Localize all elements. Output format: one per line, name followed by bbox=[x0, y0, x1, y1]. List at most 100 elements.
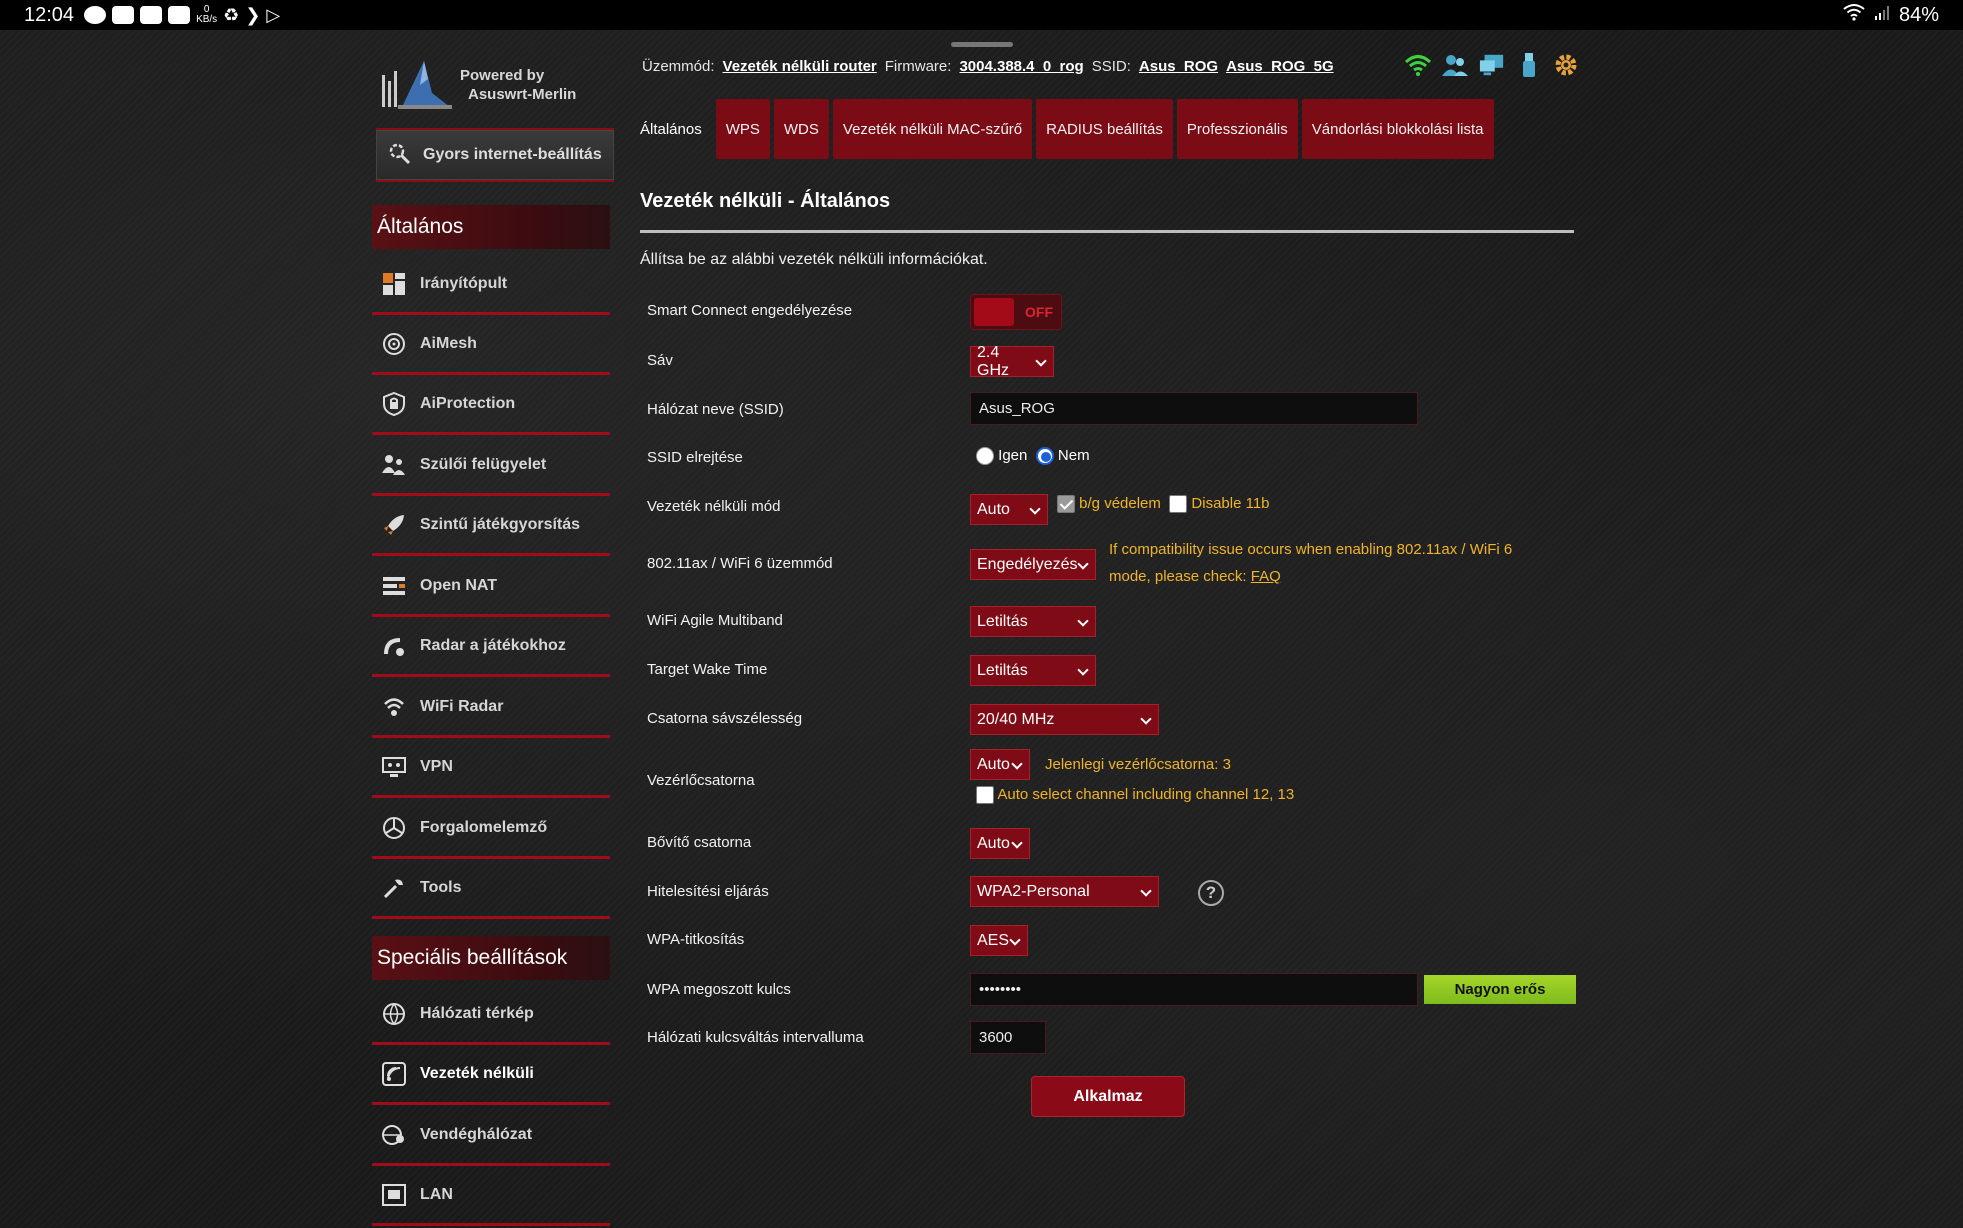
sidebar-item-dashboard[interactable]: Irányítópult bbox=[372, 255, 610, 315]
sidebar-item-label: Hálózati térkép bbox=[420, 1004, 534, 1022]
faq-link[interactable]: FAQ bbox=[1251, 568, 1281, 585]
toggle-state: OFF bbox=[1025, 304, 1053, 320]
recycle-icon: ♻ bbox=[223, 4, 240, 25]
control-channel-select[interactable]: Auto bbox=[970, 749, 1030, 780]
game-radar-icon bbox=[382, 634, 406, 658]
settings-gear-icon[interactable] bbox=[1553, 52, 1579, 78]
wireless-mode-label: Vezeték nélküli mód bbox=[647, 498, 781, 515]
ext-channel-select[interactable]: Auto bbox=[970, 828, 1030, 859]
tab-wps[interactable]: WPS bbox=[715, 99, 770, 159]
sidebar-item-game-boost[interactable]: Szintű játékgyorsítás bbox=[372, 496, 610, 556]
youtube-icon bbox=[112, 6, 135, 24]
agile-multiband-select[interactable]: Letiltás bbox=[970, 606, 1096, 637]
twt-label: Target Wake Time bbox=[647, 661, 768, 678]
lan-icon bbox=[382, 1183, 406, 1207]
sidebar-item-wifi-radar[interactable]: WiFi Radar bbox=[372, 678, 610, 738]
smart-connect-toggle[interactable]: OFF bbox=[970, 294, 1062, 330]
hide-ssid-no-radio[interactable] bbox=[1035, 447, 1054, 466]
wireless-mode-select[interactable]: Auto bbox=[970, 494, 1048, 525]
sidebar-section-general: Általános bbox=[372, 205, 610, 249]
open-nat-icon bbox=[382, 574, 406, 598]
traffic-icon bbox=[382, 816, 406, 840]
youtube-icon bbox=[140, 6, 163, 24]
sidebar-item-label: WiFi Radar bbox=[420, 697, 504, 715]
sidebar-item-vpn[interactable]: VPN bbox=[372, 738, 610, 798]
firmware-link[interactable]: 3004.388.4_0_rog bbox=[959, 58, 1083, 75]
mode-link[interactable]: Vezeték nélküli router bbox=[723, 58, 877, 75]
sidebar-item-label: AiProtection bbox=[420, 394, 516, 412]
ax-mode-select[interactable]: Engedélyezés bbox=[970, 549, 1096, 580]
guest-network-icon bbox=[382, 1123, 406, 1147]
rocket-icon bbox=[382, 513, 406, 537]
logo-line2: Asuswrt-Merlin bbox=[468, 86, 577, 103]
twt-select[interactable]: Letiltás bbox=[970, 655, 1096, 686]
sidebar-item-aiprotection[interactable]: AiProtection bbox=[372, 375, 610, 435]
apply-button[interactable]: Alkalmaz bbox=[1031, 1076, 1185, 1117]
auto-channel-checkbox[interactable] bbox=[976, 786, 994, 805]
auth-method-select[interactable]: WPA2-Personal bbox=[970, 876, 1159, 907]
sidebar-item-network-map[interactable]: Hálózati térkép bbox=[372, 985, 610, 1045]
password-strength-badge: Nagyon erős bbox=[1424, 975, 1576, 1004]
bg-protection-label: b/g védelem bbox=[1079, 495, 1161, 512]
devices-icon[interactable] bbox=[1479, 52, 1505, 78]
wpa-encryption-select[interactable]: AES bbox=[970, 925, 1028, 956]
hide-ssid-yes-radio[interactable] bbox=[976, 447, 994, 466]
quick-setup-label: Gyors internet-beállítás bbox=[423, 146, 602, 163]
battery-level: 84% bbox=[1898, 3, 1939, 26]
sidebar-item-aimesh[interactable]: AiMesh bbox=[372, 315, 610, 375]
sidebar-item-label: Szülői felügyelet bbox=[420, 455, 547, 473]
tab-general[interactable]: Általános bbox=[630, 99, 712, 159]
bandwidth-select[interactable]: 20/40 MHz bbox=[970, 704, 1159, 735]
tab-mac-filter[interactable]: Vezeték nélküli MAC-szűrő bbox=[832, 99, 1033, 159]
tab-wds[interactable]: WDS bbox=[773, 99, 829, 159]
auto-channel-label: Auto select channel including channel 12… bbox=[997, 786, 1295, 803]
quick-setup-icon bbox=[387, 141, 411, 170]
mode-label: Üzemmód: bbox=[642, 58, 715, 75]
ax-compat-note: If compatibility issue occurs when enabl… bbox=[1109, 541, 1513, 585]
hide-ssid-radios: Igen Nem bbox=[976, 447, 1090, 466]
bandwidth-label: Csatorna sávszélesség bbox=[647, 710, 803, 727]
sidebar-item-traffic[interactable]: Forgalomelemző bbox=[372, 799, 610, 859]
ssid-label: SSID: bbox=[1091, 58, 1131, 75]
sidebar-item-label: Vendéghálózat bbox=[420, 1125, 533, 1143]
tab-roaming-block[interactable]: Vándorlási blokkolási lista bbox=[1301, 99, 1494, 159]
ssid-5g-link[interactable]: Asus_ROG_5G bbox=[1226, 58, 1334, 75]
page-title: Vezeték nélküli - Általános bbox=[640, 190, 891, 212]
toggle-knob bbox=[974, 298, 1014, 326]
parental-icon bbox=[382, 453, 406, 477]
ext-channel-label: Bővítő csatorna bbox=[647, 834, 752, 851]
hide-ssid-label: SSID elrejtése bbox=[647, 449, 743, 466]
wifi-status-icon[interactable] bbox=[1405, 52, 1431, 78]
sidebar-item-parental[interactable]: Szülői felügyelet bbox=[372, 436, 610, 496]
rekey-interval-input[interactable]: 3600 bbox=[970, 1021, 1046, 1054]
band-select[interactable]: 2.4 GHz bbox=[970, 344, 1054, 379]
sidebar-item-game-radar[interactable]: Radar a játékokhoz bbox=[372, 617, 610, 677]
usb-icon[interactable] bbox=[1516, 52, 1542, 78]
router-info-bar: Üzemmód: Vezeték nélküli router Firmware… bbox=[642, 58, 1334, 75]
sidebar-item-wireless[interactable]: Vezeték nélküli bbox=[372, 1045, 610, 1105]
ssid-2g-link[interactable]: Asus_ROG bbox=[1139, 58, 1218, 75]
sidebar-item-guest-network[interactable]: Vendéghálózat bbox=[372, 1106, 610, 1166]
play-store-icon: ▷ bbox=[266, 4, 281, 25]
sidebar-item-label: VPN bbox=[420, 757, 453, 775]
ax-mode-label: 802.11ax / WiFi 6 üzemmód bbox=[647, 555, 833, 572]
sidebar-item-open-nat[interactable]: Open NAT bbox=[372, 557, 610, 617]
help-icon[interactable]: ? bbox=[1198, 880, 1224, 906]
psk-label: WPA megoszott kulcs bbox=[647, 981, 791, 998]
tab-radius[interactable]: RADIUS beállítás bbox=[1036, 99, 1173, 159]
disable-11b-checkbox[interactable] bbox=[1169, 495, 1188, 514]
bg-protection-checkbox[interactable] bbox=[1057, 495, 1075, 514]
clients-icon[interactable] bbox=[1442, 52, 1468, 78]
sidebar-item-label: Open NAT bbox=[420, 576, 498, 594]
quick-internet-setup-button[interactable]: Gyors internet-beállítás bbox=[376, 130, 614, 180]
psk-input[interactable]: •••••••• bbox=[970, 973, 1418, 1006]
tab-professional[interactable]: Professzionális bbox=[1176, 99, 1298, 159]
firmware-label: Firmware: bbox=[884, 58, 952, 75]
wireless-mode-options: b/g védelem Disable 11b bbox=[1057, 495, 1270, 514]
messenger-icon bbox=[84, 6, 107, 24]
sidebar-item-lan[interactable]: LAN bbox=[372, 1166, 610, 1226]
drag-handle[interactable] bbox=[951, 42, 1013, 47]
agile-multiband-label: WiFi Agile Multiband bbox=[647, 612, 783, 629]
ssid-input[interactable]: Asus_ROG bbox=[970, 392, 1418, 425]
sidebar-item-tools[interactable]: Tools bbox=[372, 859, 610, 919]
